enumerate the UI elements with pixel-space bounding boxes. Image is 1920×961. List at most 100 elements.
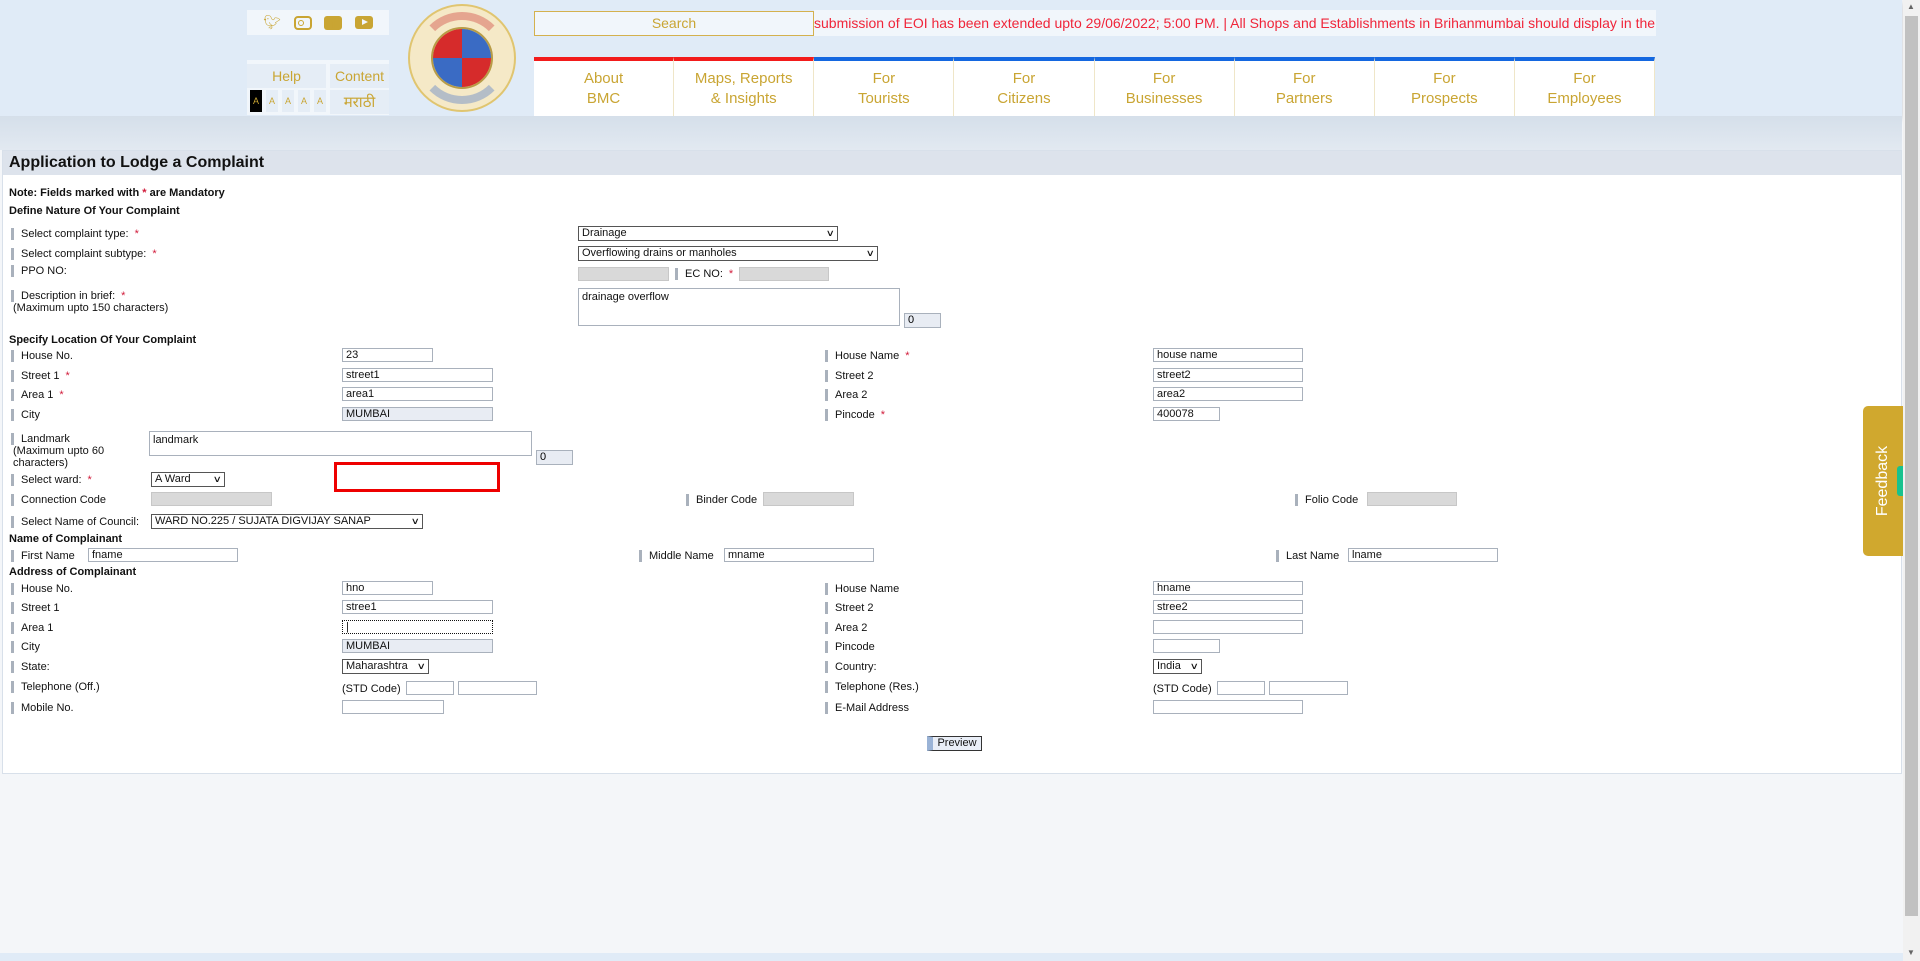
loc-pincode-label: Pincode * [825, 409, 885, 421]
nav-label: Maps, Reports [694, 69, 793, 87]
council-select[interactable]: WARD NO.225 / SUJATA DIGVIJAY SANAP ∨ [151, 514, 423, 529]
addr-street1-label: Street 1 [11, 602, 60, 614]
loc-house-name-input[interactable]: house name [1153, 348, 1303, 362]
last-name-input[interactable]: lname [1348, 548, 1498, 562]
nav-label: BMC [586, 89, 621, 107]
description-textarea[interactable]: drainage overflow [578, 288, 900, 326]
content-link[interactable]: Content [330, 64, 389, 88]
loc-street1-input[interactable]: street1 [342, 368, 493, 382]
required-mark: * [87, 474, 92, 486]
nav-for-partners[interactable]: For Partners [1234, 57, 1375, 116]
tel-res-std-input[interactable] [1217, 681, 1265, 695]
loc-pincode-input[interactable]: 400078 [1153, 407, 1220, 421]
facebook-icon[interactable]: f [324, 15, 343, 30]
font-size-decrease-button[interactable]: A [282, 90, 294, 112]
bmc-logo[interactable] [408, 4, 516, 112]
instagram-icon[interactable] [293, 15, 312, 30]
loc-house-no-input[interactable]: 23 [342, 348, 433, 362]
font-size-increase-button[interactable]: A [314, 90, 326, 112]
nav-label: Partners [1275, 89, 1333, 107]
loc-area2-input[interactable]: area2 [1153, 387, 1303, 401]
tel-res-number-input[interactable] [1269, 681, 1348, 695]
nav-about-bmc[interactable]: About BMC [534, 57, 675, 116]
loc-city-input[interactable]: MUMBAI [342, 407, 493, 421]
nav-for-employees[interactable]: For Employees [1514, 57, 1655, 116]
loc-area1-input[interactable]: area1 [342, 387, 493, 401]
youtube-icon[interactable] [354, 16, 373, 29]
landmark-textarea[interactable]: landmark [149, 431, 532, 456]
binder-code-label: Binder Code [686, 494, 757, 506]
tel-off-label: Telephone (Off.) [11, 681, 100, 693]
addr-city-label: City [11, 641, 40, 653]
nav-label: & Insights [710, 89, 777, 107]
news-ticker[interactable]: submission of EOI has been extended upto… [814, 10, 1656, 36]
mobile-input[interactable] [342, 700, 444, 714]
nav-for-tourists[interactable]: For Tourists [814, 57, 955, 116]
language-toggle-marathi[interactable]: मराठी [330, 90, 389, 114]
addr-pincode-label: Pincode [825, 641, 875, 653]
nav-label: Citizens [997, 89, 1051, 107]
tel-off-std-input[interactable] [406, 681, 454, 695]
preview-button[interactable]: Preview [927, 736, 982, 751]
section-heading-address: Address of Complainant [9, 566, 137, 578]
addr-street2-input[interactable]: stree2 [1153, 600, 1303, 614]
ec-no-input[interactable] [739, 267, 829, 281]
scroll-down-arrow-icon[interactable]: ▼ [1907, 948, 1915, 957]
required-mark: * [728, 268, 734, 280]
connection-code-input[interactable] [151, 492, 272, 506]
nav-maps-reports[interactable]: Maps, Reports & Insights [674, 57, 815, 116]
twitter-icon[interactable]: 🐦︎ [263, 14, 281, 31]
state-select[interactable]: Maharashtra ∨ [342, 659, 429, 674]
nav-for-prospects[interactable]: For Prospects [1374, 57, 1515, 116]
addr-city-input[interactable]: MUMBAI [342, 639, 493, 653]
addr-area2-label: Area 2 [825, 622, 867, 634]
council-label: Select Name of Council: [11, 516, 139, 528]
required-mark: * [905, 350, 910, 362]
folio-code-input[interactable] [1367, 492, 1457, 506]
required-mark: * [880, 409, 886, 421]
country-select[interactable]: India ∨ [1153, 659, 1202, 674]
ward-select[interactable]: A Ward ∨ [151, 472, 225, 487]
addr-house-name-input[interactable]: hname [1153, 581, 1303, 595]
addr-area2-input[interactable] [1153, 620, 1303, 634]
page-title: Application to Lodge a Complaint [3, 151, 1901, 175]
highlight-annotation-box [334, 462, 500, 492]
nav-label: For [872, 69, 896, 87]
search-input[interactable]: Search [534, 11, 814, 36]
complaint-subtype-select[interactable]: Overflowing drains or manholes ∨ [578, 246, 878, 261]
loc-area1-label: Area 1 * [11, 389, 64, 401]
nav-label: Employees [1547, 89, 1622, 107]
addr-area1-input[interactable]: | [342, 620, 493, 634]
ward-label: Select ward: * [11, 474, 92, 486]
middle-name-input[interactable]: mname [724, 548, 874, 562]
font-size-normal-button[interactable]: A [266, 90, 278, 112]
addr-pincode-input[interactable] [1153, 639, 1220, 653]
nav-label: For [1012, 69, 1036, 87]
vertical-scrollbar[interactable]: ▲ ▼ [1903, 0, 1920, 961]
nav-for-businesses[interactable]: For Businesses [1094, 57, 1235, 116]
complaint-type-select[interactable]: Drainage ∨ [578, 226, 838, 241]
section-heading-nature: Define Nature Of Your Complaint [9, 205, 180, 217]
complaint-type-label: Select complaint type: * [11, 228, 139, 240]
binder-code-input[interactable] [763, 492, 854, 506]
font-size-contrast-button[interactable]: A [250, 90, 262, 112]
scrollbar-thumb[interactable] [1905, 16, 1918, 916]
chevron-down-icon: ∨ [417, 661, 427, 671]
feedback-label: Feedback [1874, 445, 1892, 517]
font-size-default-button[interactable]: A [298, 90, 310, 112]
loc-area2-label: Area 2 [825, 389, 867, 401]
scroll-up-arrow-icon[interactable]: ▲ [1907, 2, 1915, 11]
note-text: are Mandatory [149, 187, 225, 199]
addr-street1-input[interactable]: stree1 [342, 600, 493, 614]
addr-house-no-input[interactable]: hno [342, 581, 433, 595]
tel-off-number-input[interactable] [458, 681, 537, 695]
complaint-subtype-label: Select complaint subtype: * [11, 248, 157, 260]
nav-for-citizens[interactable]: For Citizens [954, 57, 1095, 116]
ppo-no-input[interactable] [578, 267, 669, 281]
loc-street2-input[interactable]: street2 [1153, 368, 1303, 382]
help-link[interactable]: Help [247, 64, 326, 88]
first-name-input[interactable]: fname [88, 548, 238, 562]
email-input[interactable] [1153, 700, 1303, 714]
note-star: * [142, 187, 147, 199]
select-value: Overflowing drains or manholes [582, 247, 737, 259]
